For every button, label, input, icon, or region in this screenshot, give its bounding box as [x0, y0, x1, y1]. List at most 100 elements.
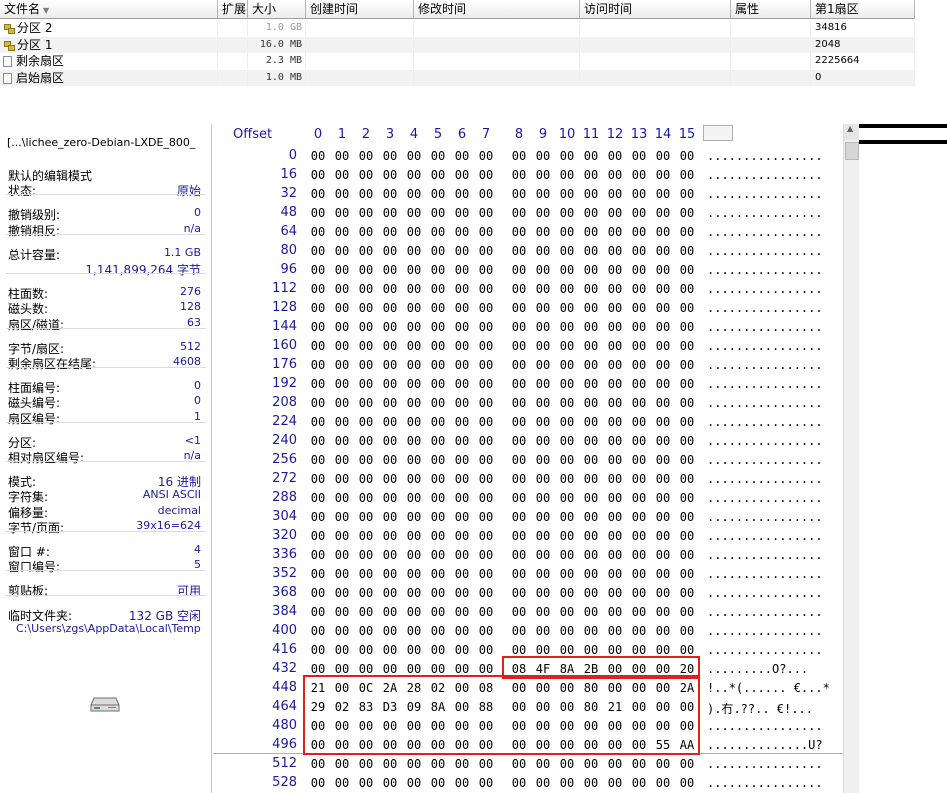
hex-byte[interactable]: 00 — [581, 586, 601, 600]
hex-byte[interactable]: 00 — [428, 757, 448, 771]
hex-byte[interactable]: 00 — [476, 396, 496, 410]
column-header-2[interactable]: 大小 — [248, 0, 306, 18]
hex-byte[interactable]: 00 — [677, 757, 697, 771]
hex-byte[interactable]: 00 — [677, 301, 697, 315]
hex-byte[interactable]: 00 — [404, 396, 424, 410]
hex-byte[interactable]: 00 — [332, 719, 352, 733]
hex-byte[interactable]: 00 — [557, 491, 577, 505]
hex-byte[interactable]: 00 — [356, 396, 376, 410]
hex-byte[interactable]: 00 — [629, 757, 649, 771]
hex-byte[interactable]: 00 — [533, 738, 553, 752]
hex-byte[interactable]: 00 — [581, 453, 601, 467]
hex-byte[interactable]: 00 — [677, 377, 697, 391]
column-header-6[interactable]: 属性 — [731, 0, 811, 18]
hex-byte[interactable]: 00 — [476, 510, 496, 524]
hex-byte[interactable]: 00 — [581, 415, 601, 429]
hex-byte[interactable]: 00 — [428, 282, 448, 296]
hex-byte[interactable]: 00 — [380, 301, 400, 315]
ascii-column-text[interactable]: .........O?... — [707, 662, 808, 676]
hex-byte[interactable]: 00 — [476, 244, 496, 258]
hex-byte[interactable]: 00 — [452, 149, 472, 163]
hex-byte[interactable]: 00 — [533, 586, 553, 600]
hex-byte[interactable]: 00 — [428, 168, 448, 182]
hex-byte[interactable]: D3 — [380, 700, 400, 714]
hex-byte[interactable]: 00 — [404, 225, 424, 239]
hex-byte[interactable]: 00 — [428, 434, 448, 448]
hex-byte[interactable]: 00 — [509, 206, 529, 220]
hex-byte[interactable]: 00 — [332, 434, 352, 448]
hex-byte[interactable]: 00 — [653, 624, 673, 638]
hex-byte[interactable]: 00 — [533, 472, 553, 486]
hex-byte[interactable]: 00 — [452, 187, 472, 201]
hex-byte[interactable]: 00 — [428, 624, 448, 638]
hex-byte[interactable]: 00 — [581, 491, 601, 505]
hex-byte[interactable]: 00 — [404, 491, 424, 505]
hex-byte[interactable]: 00 — [332, 453, 352, 467]
hex-byte[interactable]: 00 — [605, 396, 625, 410]
hex-byte[interactable]: 00 — [380, 624, 400, 638]
hex-byte[interactable]: 00 — [581, 605, 601, 619]
hex-byte[interactable]: 00 — [653, 472, 673, 486]
hex-byte[interactable]: 00 — [308, 320, 328, 334]
hex-byte[interactable]: 00 — [629, 719, 649, 733]
hex-byte[interactable]: 00 — [452, 225, 472, 239]
hex-byte[interactable]: 00 — [557, 624, 577, 638]
hex-byte[interactable]: 21 — [308, 681, 328, 695]
hex-byte[interactable]: 00 — [629, 491, 649, 505]
hex-byte[interactable]: 00 — [653, 453, 673, 467]
hex-byte[interactable]: 00 — [677, 358, 697, 372]
hex-byte[interactable]: 29 — [308, 700, 328, 714]
hex-byte[interactable]: 00 — [356, 491, 376, 505]
hex-byte[interactable]: 00 — [404, 282, 424, 296]
hex-byte[interactable]: 00 — [653, 491, 673, 505]
hex-byte[interactable]: 00 — [629, 358, 649, 372]
hex-byte[interactable]: 00 — [476, 529, 496, 543]
hex-byte[interactable]: 00 — [356, 719, 376, 733]
hex-byte[interactable]: 00 — [581, 282, 601, 296]
hex-byte[interactable]: 00 — [332, 681, 352, 695]
hex-byte[interactable]: 28 — [404, 681, 424, 695]
hex-byte[interactable]: 00 — [605, 339, 625, 353]
hex-byte[interactable]: 00 — [653, 719, 673, 733]
hex-byte[interactable]: 00 — [509, 738, 529, 752]
hex-byte[interactable]: 00 — [356, 567, 376, 581]
hex-byte[interactable]: 00 — [332, 529, 352, 543]
hex-byte[interactable]: 00 — [404, 415, 424, 429]
hex-byte[interactable]: 00 — [533, 168, 553, 182]
hex-byte[interactable]: 00 — [428, 415, 448, 429]
hex-byte[interactable]: 00 — [380, 358, 400, 372]
hex-byte[interactable]: 00 — [677, 225, 697, 239]
hex-byte[interactable]: 00 — [476, 168, 496, 182]
hex-byte[interactable]: 00 — [308, 643, 328, 657]
hex-byte[interactable]: 00 — [557, 567, 577, 581]
hex-byte[interactable]: 00 — [332, 586, 352, 600]
hex-byte[interactable]: 00 — [356, 548, 376, 562]
hex-byte[interactable]: 00 — [476, 453, 496, 467]
hex-byte[interactable]: 00 — [677, 567, 697, 581]
hex-byte[interactable]: 00 — [308, 244, 328, 258]
hex-byte[interactable]: 00 — [629, 396, 649, 410]
hex-byte[interactable]: 00 — [308, 168, 328, 182]
ascii-column-text[interactable]: ................ — [707, 529, 823, 543]
hex-byte[interactable]: 00 — [605, 738, 625, 752]
hex-byte[interactable]: 00 — [653, 225, 673, 239]
hex-byte[interactable]: 00 — [629, 168, 649, 182]
hex-byte[interactable]: 00 — [533, 282, 553, 296]
hex-byte[interactable]: 00 — [380, 491, 400, 505]
hex-byte[interactable]: 00 — [332, 567, 352, 581]
hex-byte[interactable]: 00 — [581, 358, 601, 372]
hex-byte[interactable]: 00 — [605, 510, 625, 524]
hex-byte[interactable]: 00 — [380, 510, 400, 524]
hex-byte[interactable]: 00 — [476, 567, 496, 581]
hex-byte[interactable]: 00 — [332, 415, 352, 429]
hex-byte[interactable]: 00 — [629, 434, 649, 448]
hex-byte[interactable]: 00 — [533, 396, 553, 410]
hex-byte[interactable]: 00 — [509, 339, 529, 353]
column-header-0[interactable]: 文件名 ▼ — [0, 0, 218, 18]
hex-byte[interactable]: 00 — [629, 776, 649, 790]
hex-byte[interactable]: 00 — [629, 225, 649, 239]
hex-byte[interactable]: 00 — [653, 339, 673, 353]
hex-byte[interactable]: 00 — [509, 586, 529, 600]
hex-byte[interactable]: 00 — [428, 738, 448, 752]
hex-byte[interactable]: 00 — [380, 149, 400, 163]
